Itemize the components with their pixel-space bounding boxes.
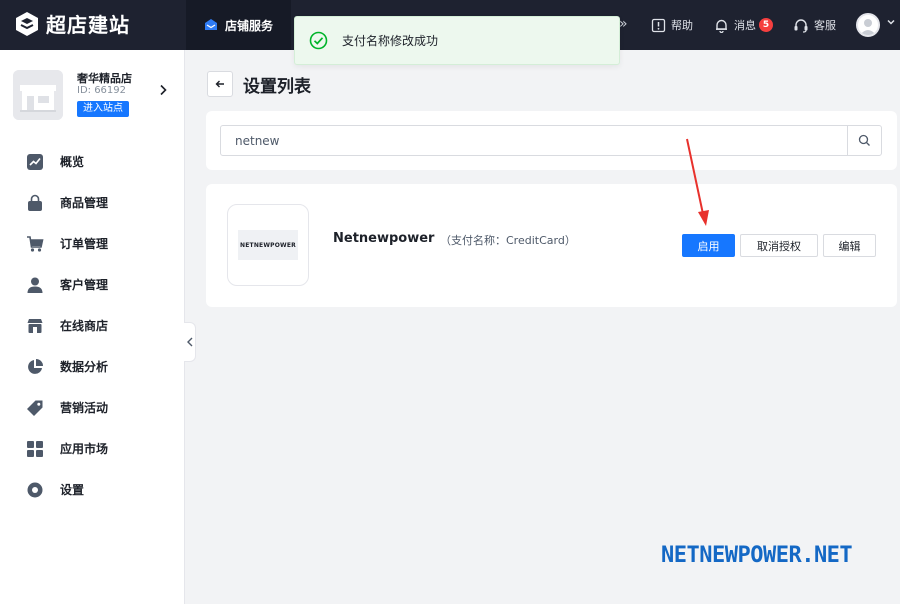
- enter-site-button[interactable]: 进入站点: [77, 101, 129, 117]
- sidebar-item-label: 在线商店: [60, 319, 109, 333]
- chevron-right-icon[interactable]: [157, 83, 169, 97]
- tab-store-service-label: 店铺服务: [225, 18, 274, 33]
- back-button[interactable]: [207, 71, 233, 97]
- bell-icon: [716, 19, 727, 33]
- sidebar-item-app-market[interactable]: 应用市场: [0, 428, 185, 469]
- sidebar-item-label: 营销活动: [60, 401, 109, 415]
- toast-message: 支付名称修改成功: [342, 34, 439, 48]
- store-thumbnail: [13, 70, 63, 120]
- payment-display-name: （支付名称：CreditCard）: [440, 234, 576, 247]
- headset-icon: [794, 18, 808, 33]
- sidebar-item-label: 数据分析: [60, 360, 109, 374]
- chevron-down-icon[interactable]: [886, 17, 896, 27]
- grid-icon: [26, 440, 44, 458]
- search-input[interactable]: [220, 125, 848, 156]
- shop-icon: [26, 317, 44, 335]
- pie-chart-icon: [26, 358, 44, 376]
- store-name: 奢华精品店: [77, 72, 132, 85]
- payment-name: Netnewpower: [333, 231, 435, 246]
- sidebar-item-label: 商品管理: [60, 196, 109, 210]
- customer-service-link[interactable]: 客服: [793, 0, 836, 50]
- customer-service-label: 客服: [814, 19, 836, 32]
- arrow-left-icon: [215, 80, 224, 88]
- revoke-authorization-button[interactable]: 取消授权: [740, 234, 818, 257]
- sidebar-menu: 概览 商品管理 订单管理 客户管理 在线商店 数据分析 营销活动 应用市场 设置: [0, 141, 185, 510]
- tag-icon: [26, 399, 44, 417]
- store-switcher[interactable]: 奢华精品店 ID: 66192 进入站点: [13, 70, 178, 124]
- storefront-icon: [13, 70, 63, 120]
- user-avatar[interactable]: [856, 13, 880, 37]
- sidebar-item-products[interactable]: 商品管理: [0, 182, 185, 223]
- search-card: [206, 111, 897, 170]
- store-id: ID: 66192: [77, 85, 127, 96]
- avatar-person-icon: [860, 19, 876, 35]
- sidebar-collapse-toggle[interactable]: [184, 322, 196, 362]
- help-link[interactable]: 帮助: [651, 0, 693, 50]
- sidebar-item-customers[interactable]: 客户管理: [0, 264, 185, 305]
- sidebar-item-settings[interactable]: 设置: [0, 469, 185, 510]
- messages-link[interactable]: 消息 5: [714, 0, 773, 50]
- help-book-icon: [651, 18, 666, 32]
- sidebar-item-online-store[interactable]: 在线商店: [0, 305, 185, 346]
- messages-count-badge: 5: [759, 18, 773, 32]
- search-button[interactable]: [847, 125, 882, 156]
- brand-logo-icon: [16, 11, 38, 36]
- check-circle-icon: [309, 31, 328, 50]
- sidebar-item-label: 应用市场: [60, 442, 109, 456]
- messages-label: 消息: [734, 19, 756, 32]
- help-label: 帮助: [671, 19, 693, 32]
- edit-button[interactable]: 编辑: [823, 234, 876, 257]
- brand-name: 超店建站: [46, 13, 130, 37]
- chart-icon: [26, 153, 44, 171]
- cart-icon: [26, 235, 44, 253]
- sidebar-item-overview[interactable]: 概览: [0, 141, 185, 182]
- tab-store-service[interactable]: 店铺服务: [186, 0, 291, 50]
- more-nav-icon[interactable]: »: [619, 16, 628, 32]
- user-icon: [26, 276, 44, 294]
- settings-icon: [26, 481, 44, 499]
- sidebar-item-analytics[interactable]: 数据分析: [0, 346, 185, 387]
- brand-logo[interactable]: 超店建站: [14, 9, 130, 38]
- sidebar-item-label: 客户管理: [60, 278, 109, 292]
- page-title: 设置列表: [243, 77, 311, 97]
- watermark: NETNEWPOWER.NET: [661, 543, 853, 568]
- payment-method-card: NETNEWPOWER Netnewpower （支付名称：CreditCard…: [206, 184, 897, 307]
- sidebar-item-orders[interactable]: 订单管理: [0, 223, 185, 264]
- sidebar: 奢华精品店 ID: 66192 进入站点 概览 商品管理 订单管理 客户管理 在…: [0, 50, 185, 604]
- enable-button[interactable]: 启用: [682, 234, 735, 257]
- success-toast: 支付名称修改成功: [294, 16, 620, 65]
- sidebar-item-label: 概览: [60, 155, 85, 169]
- sidebar-item-label: 订单管理: [60, 237, 109, 251]
- sidebar-item-marketing[interactable]: 营销活动: [0, 387, 185, 428]
- search-icon: [858, 134, 870, 146]
- bag-icon: [26, 194, 44, 212]
- sidebar-item-label: 设置: [60, 483, 85, 497]
- payment-logo-text: NETNEWPOWER: [238, 230, 298, 260]
- store-service-icon: [205, 19, 217, 30]
- payment-logo: NETNEWPOWER: [227, 204, 309, 286]
- chevron-left-icon: [186, 337, 192, 347]
